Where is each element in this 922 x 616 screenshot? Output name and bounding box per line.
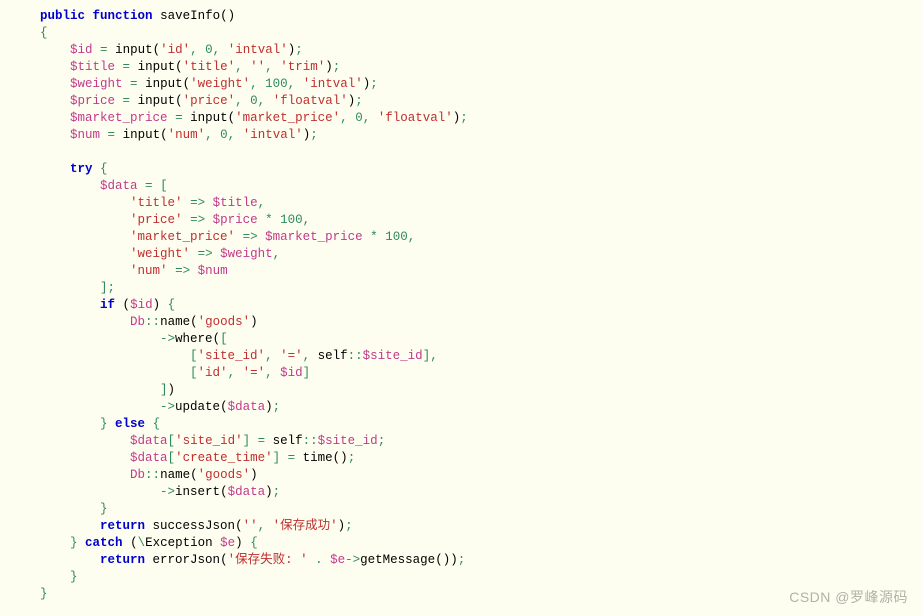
code-snippet: public function saveInfo() { $id = input… <box>10 8 912 603</box>
watermark-text: CSDN @罗峰源码 <box>789 589 908 606</box>
